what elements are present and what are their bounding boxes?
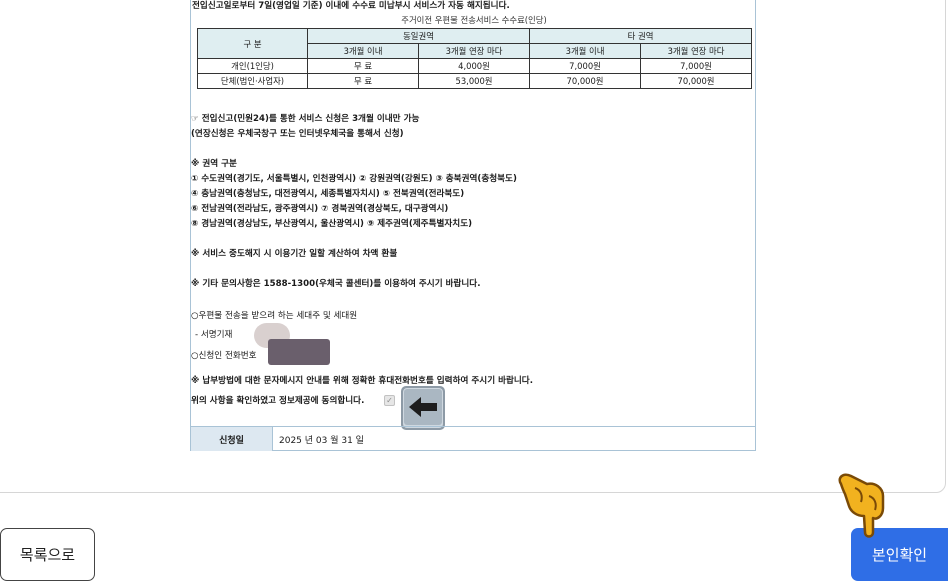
target-line: ○우편물 전송을 받으려 하는 세대주 및 세대원 [191,311,358,321]
header-same-region: 동일권역 [306,28,531,44]
apply-date-value: 2025 년 03 월 31 일 [279,435,364,446]
table-row: 개인(1인당) 무 료 4,000원 7,000원 7,000원 [197,58,753,74]
table-cell: 무 료 [307,73,419,89]
table-cell: 무 료 [307,58,419,74]
apply-limit-note: ☞ 전입신고(민원24)를 통한 서비스 신청은 3개월 이내만 가능 [191,114,420,124]
consent-label: 위의 사항을 확인하였고 정보제공에 동의합니다. [191,396,365,406]
phone-label: ○신청인 전화번호 [191,351,257,361]
apply-date-label: 신청일 [191,427,273,451]
region-title: ※ 권역 구분 [191,159,237,169]
table-cell: 4,000원 [417,58,531,74]
region-line: ⑧ 경남권역(경상남도, 부산광역시, 울산광역시) ⑨ 제주권역(제주특별자치… [191,219,473,229]
fee-table: 구 분 동일권역 타 권역 3개월 이내 3개월 연장 마다 3개월 이내 3개… [197,28,753,89]
terms-document: 전입신고일로부터 7일(영업일 기준) 이내에 수수료 미납부시 서비스가 자동… [190,0,756,451]
check-icon: ✓ [386,396,393,405]
auto-cancel-notice: 전입신고일로부터 7일(영업일 기준) 이내에 수수료 미납부시 서비스가 자동… [192,1,510,11]
region-line: ⑥ 전남권역(전라남도, 광주광역시) ⑦ 경북권역(경상북도, 대구광역시) [191,204,449,214]
sub-header: 3개월 이내 [529,43,642,59]
back-to-list-button[interactable]: 목록으로 [0,528,95,581]
table-cell: 70,000원 [529,73,642,89]
header-other-region: 타 권역 [529,28,753,44]
row-label: 개인(1인당) [197,58,308,74]
apply-date-row: 신청일 2025 년 03 월 31 일 [191,426,755,451]
consent-checkbox[interactable]: ✓ [384,395,395,406]
fee-table-caption: 주거이전 우편물 전송서비스 수수료(인당) [401,15,547,25]
region-line: ④ 충남권역(충청남도, 대전광역시, 세종특별자치시) ⑤ 전북권역(전라북도… [191,189,465,199]
contact-note: ※ 기타 문의사항은 1588-1300(우체국 콜센터)를 이용하여 주시기 … [191,279,481,289]
table-cell: 7,000원 [529,58,642,74]
header-category: 구 분 [197,28,308,59]
refund-note: ※ 서비스 중도해지 시 이용기간 일할 계산하여 차액 환불 [191,249,398,259]
sms-note: ※ 납부방법에 대한 문자메시지 안내를 위해 정확한 휴대전화번호를 입력하여… [191,376,533,386]
sub-header: 3개월 연장 마다 [417,43,531,59]
signature-label: - 서명기재 [195,330,233,340]
sub-header: 3개월 이내 [307,43,419,59]
extension-note: (연장신청은 우체국창구 또는 인터넷우체국을 통해서 신청) [191,129,404,139]
table-row: 단체(법인·사업자) 무 료 53,000원 70,000원 70,000원 [197,73,753,89]
pointing-hand-icon [838,473,885,538]
left-arrow-emoji-icon [401,386,445,430]
row-label: 단체(법인·사업자) [197,73,308,89]
table-cell: 70,000원 [640,73,753,89]
sub-header: 3개월 연장 마다 [640,43,753,59]
table-cell: 7,000원 [640,58,753,74]
redacted-phone [268,339,330,365]
region-line: ① 수도권역(경기도, 서울특별시, 인천광역시) ② 강원권역(강원도) ③ … [191,174,517,184]
table-cell: 53,000원 [417,73,531,89]
